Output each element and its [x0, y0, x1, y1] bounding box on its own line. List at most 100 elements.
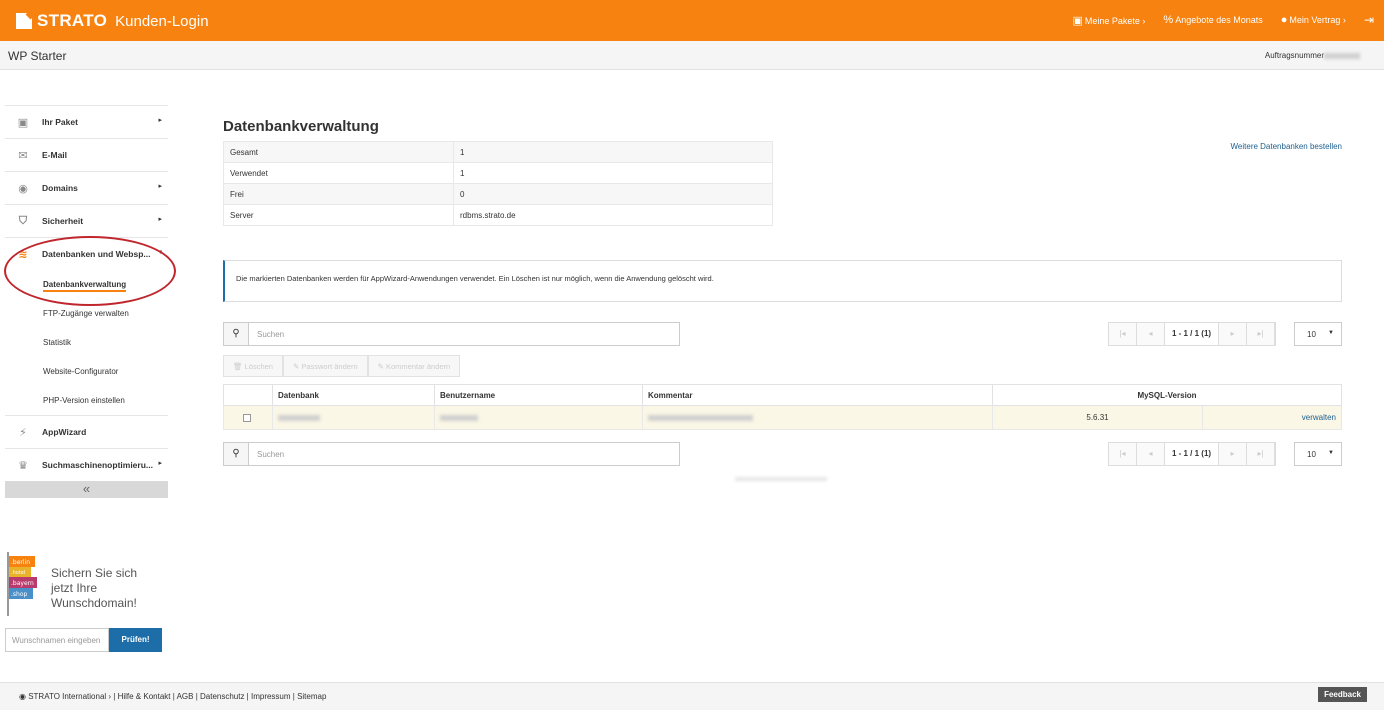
sidebar-item-email[interactable]: ✉ E-Mail: [5, 138, 168, 171]
strato-logo[interactable]: STRATO Kunden-Login: [16, 11, 209, 31]
stats-row: Verwendet 1: [223, 162, 773, 184]
comment-cell: [642, 405, 993, 430]
search-box: ⚲ Suchen: [223, 322, 680, 346]
nav-meine-pakete[interactable]: ▣ Meine Pakete ›: [1072, 14, 1145, 27]
sidebar-subitem-statistik[interactable]: Statistik: [5, 328, 168, 357]
stats-value: 0: [453, 183, 773, 205]
nav-angebote[interactable]: % Angebote des Monats: [1163, 14, 1262, 26]
sidebar-item-label: Domains: [42, 183, 78, 193]
sidebar-item-sicherheit[interactable]: ⛉ Sicherheit ▸: [5, 204, 168, 237]
mysql-version-cell: 5.6.31: [992, 405, 1203, 430]
redacted-value: [735, 477, 827, 482]
promo-line: Sichern Sie sich: [51, 566, 138, 580]
per-page-select-bottom[interactable]: 10 ▼: [1294, 442, 1342, 466]
last-page-button[interactable]: ▸|: [1247, 443, 1275, 465]
search-box-bottom: ⚲ Suchen: [223, 442, 680, 466]
domain-flags-icon: .berlin .hotel .bayern .shop: [7, 552, 37, 616]
promo-line: Wunschdomain!: [51, 596, 137, 610]
percent-icon: %: [1163, 14, 1174, 26]
next-page-button[interactable]: ▸: [1219, 443, 1247, 465]
mail-icon: ✉: [18, 150, 28, 162]
stats-row: Server rdbms.strato.de: [223, 204, 773, 226]
table-header-row: Datenbank Benutzername Kommentar MySQL-V…: [223, 384, 1342, 406]
next-page-button[interactable]: ▸: [1219, 323, 1247, 345]
sidebar-subitem-label: PHP-Version einstellen: [43, 396, 125, 405]
pagination-bottom: |◂ ◂ 1 - 1 / 1 (1) ▸ ▸|: [1108, 442, 1276, 466]
sidebar-item-label: Sicherheit: [42, 216, 84, 226]
domain-name-input[interactable]: Wunschnamen eingeben: [5, 628, 109, 652]
feedback-button[interactable]: Feedback: [1318, 687, 1367, 702]
sidebar-subitem-website-configurator[interactable]: Website-Configurator: [5, 357, 168, 386]
row-select-cell: [223, 405, 273, 430]
stats-label: Gesamt: [223, 141, 454, 163]
wand-icon: ⚡: [19, 427, 27, 439]
stats-row: Gesamt 1: [223, 141, 773, 163]
row-checkbox[interactable]: [243, 413, 251, 422]
user-icon: ●: [1280, 14, 1288, 26]
per-page-value: 10: [1307, 330, 1316, 339]
stats-value: rdbms.strato.de: [453, 204, 773, 226]
change-password-button[interactable]: ✎ Passwort ändern: [282, 355, 368, 377]
caret-down-icon: ▼: [1328, 330, 1334, 336]
sidebar-item-label: Ihr Paket: [42, 117, 78, 127]
highlight-annotation: [4, 236, 176, 306]
footer-links[interactable]: ◉ STRATO International › | Hilfe & Konta…: [19, 692, 326, 701]
sidebar-subitem-php-version[interactable]: PHP-Version einstellen: [5, 386, 168, 415]
search-input[interactable]: Suchen: [249, 443, 292, 465]
pagination: |◂ ◂ 1 - 1 / 1 (1) ▸ ▸|: [1108, 322, 1276, 346]
sidebar-item-ihr-paket[interactable]: ▣ Ihr Paket ▸: [5, 105, 168, 138]
redacted-value: [648, 414, 753, 421]
order-label: Auftragsnummer: [1264, 51, 1324, 60]
flag-label: .bayern: [11, 580, 34, 587]
database-stats-table: Gesamt 1 Verwendet 1 Frei 0 Server rdbms.str…: [223, 141, 773, 226]
sidebar-item-appwizard[interactable]: ⚡ AppWizard: [5, 415, 168, 448]
sidebar-subitem-label: FTP-Zugänge verwalten: [43, 309, 129, 318]
sidebar-item-label: AppWizard: [42, 427, 87, 437]
chevron-right-icon: ▸: [158, 216, 162, 223]
database-table: Datenbank Benutzername Kommentar MySQL-V…: [223, 384, 1342, 430]
first-page-button[interactable]: |◂: [1109, 443, 1137, 465]
change-comment-button[interactable]: ✎ Kommentar ändern: [367, 355, 461, 377]
logout-button[interactable]: ⇥: [1364, 13, 1376, 27]
sidebar-item-label: Suchmaschinenoptimieru...: [42, 460, 153, 470]
stats-value: 1: [453, 141, 773, 163]
domain-search-form: Wunschnamen eingeben Prüfen!: [5, 628, 162, 652]
top-bar: STRATO Kunden-Login ▣ Meine Pakete › % Ang…: [0, 0, 1384, 41]
sidebar-collapse-button[interactable]: «: [5, 481, 168, 498]
nav-label: Mein Vertrag ›: [1289, 15, 1346, 25]
search-input[interactable]: Suchen: [249, 323, 292, 345]
sidebar-item-label: E-Mail: [42, 150, 68, 160]
first-page-button[interactable]: |◂: [1109, 323, 1137, 345]
prev-page-button[interactable]: ◂: [1137, 443, 1165, 465]
column-header-benutzername: Benutzername: [434, 384, 643, 406]
search-icon[interactable]: ⚲: [224, 443, 249, 465]
per-page-value: 10: [1307, 450, 1316, 459]
page-indicator: 1 - 1 / 1 (1): [1165, 443, 1219, 465]
order-more-databases-link[interactable]: Weitere Datenbanken bestellen: [1231, 142, 1342, 151]
redacted-value: [440, 414, 478, 421]
delete-button[interactable]: 🗑 Löschen: [223, 355, 283, 377]
sidebar-item-domains[interactable]: ◉ Domains ▸: [5, 171, 168, 204]
action-toolbar: 🗑 Löschen ✎ Passwort ändern ✎ Kommentar …: [223, 355, 461, 377]
stats-value: 1: [453, 162, 773, 184]
flag-label: .shop: [11, 591, 28, 598]
caret-down-icon: ▼: [1328, 450, 1334, 456]
nav-mein-vertrag[interactable]: ● Mein Vertrag ›: [1281, 14, 1346, 26]
redacted-order-number: [1324, 52, 1360, 59]
package-icon: ▣: [1072, 14, 1083, 27]
stats-label: Frei: [223, 183, 454, 205]
top-nav: ▣ Meine Pakete › % Angebote des Monats ● Me…: [1072, 13, 1376, 27]
footer: ◉ STRATO International › | Hilfe & Konta…: [0, 682, 1384, 710]
sidebar-item-seo[interactable]: ♛ Suchmaschinenoptimieru... ▸: [5, 448, 168, 481]
info-notice: Die markierten Datenbanken werden für Ap…: [223, 260, 1342, 302]
per-page-select[interactable]: 10 ▼: [1294, 322, 1342, 346]
chevron-right-icon: ▸: [158, 460, 162, 467]
last-page-button[interactable]: ▸|: [1247, 323, 1275, 345]
page-title: Datenbankverwaltung: [223, 118, 379, 135]
search-icon[interactable]: ⚲: [224, 323, 249, 345]
check-domain-button[interactable]: Prüfen!: [109, 628, 162, 652]
column-header-mysql-version: MySQL-Version: [992, 384, 1342, 406]
prev-page-button[interactable]: ◂: [1137, 323, 1165, 345]
column-header-datenbank: Datenbank: [272, 384, 435, 406]
manage-link[interactable]: verwalten: [1202, 405, 1342, 430]
